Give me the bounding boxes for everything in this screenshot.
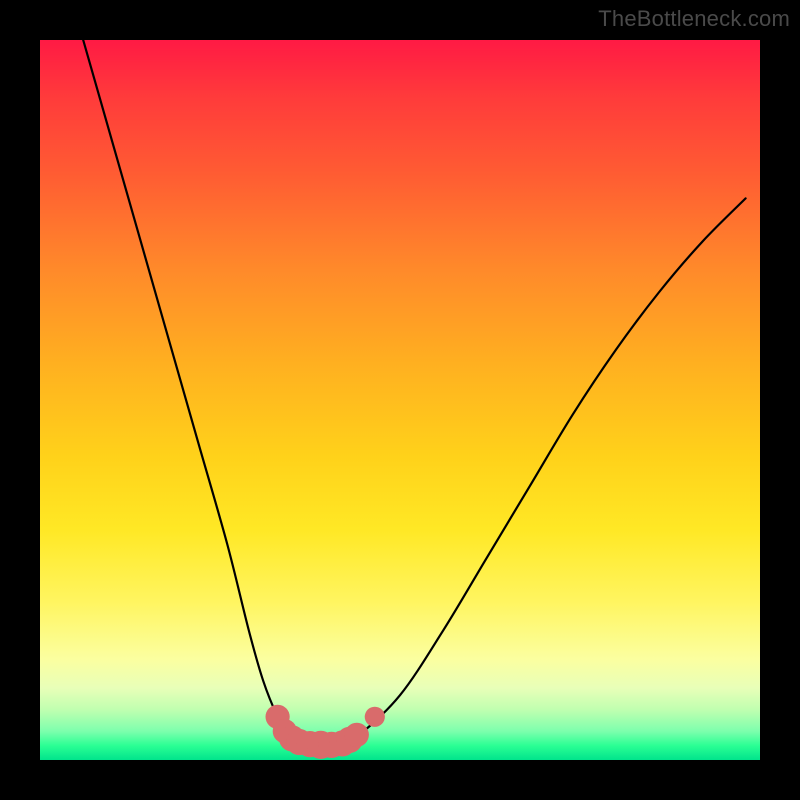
marker-point [345, 723, 369, 747]
chart-frame: TheBottleneck.com [0, 0, 800, 800]
plot-area [40, 40, 760, 760]
highlight-markers [266, 705, 385, 759]
watermark-text: TheBottleneck.com [598, 6, 790, 32]
marker-point [365, 707, 385, 727]
curve-svg [40, 40, 760, 760]
bottleneck-curve [83, 40, 745, 744]
